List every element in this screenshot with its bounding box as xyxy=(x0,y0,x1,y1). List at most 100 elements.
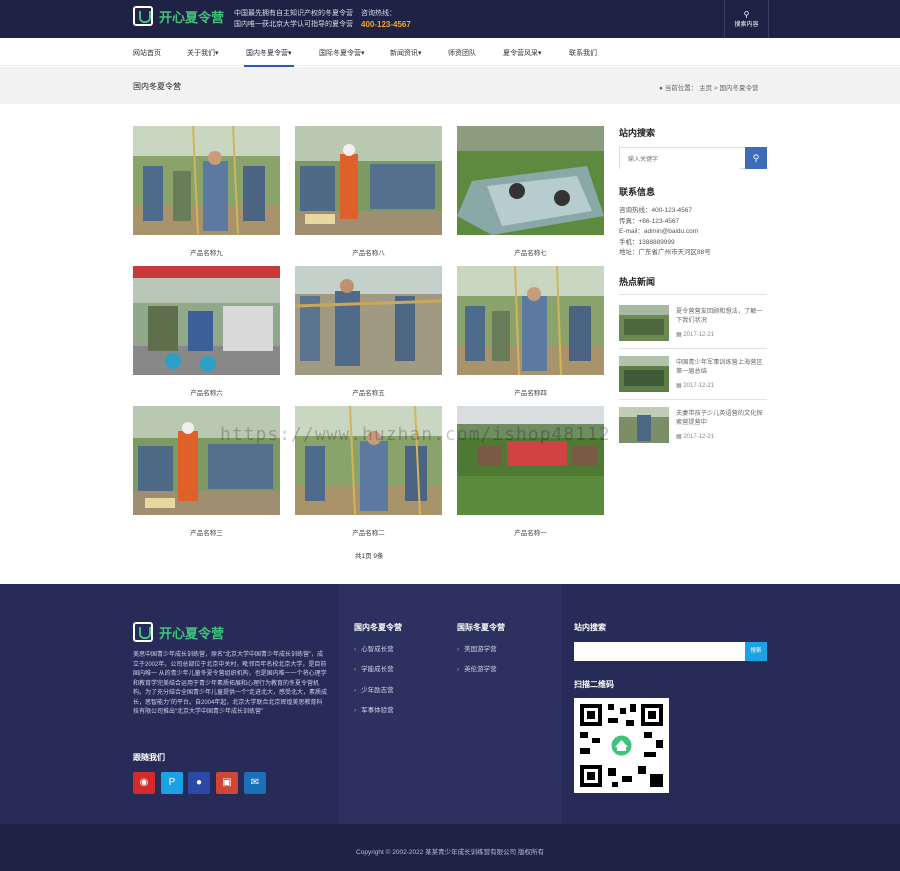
calendar-icon: ▦ xyxy=(676,383,682,389)
product-name[interactable]: 产品名称八 xyxy=(295,247,442,257)
follow-title: 跟随我们 xyxy=(133,753,165,762)
calendar-icon: ▦ xyxy=(676,434,682,440)
breadcrumb-sep: > xyxy=(713,85,718,92)
footer-search-title: 站内搜索 xyxy=(574,623,606,632)
product-photo[interactable] xyxy=(133,266,280,375)
news-title[interactable]: 中国青少年军事训练营上海营区第一届总结 xyxy=(676,358,768,376)
news-date-text: 2017-12-21 xyxy=(683,434,715,440)
cart-icon[interactable]: ▣ xyxy=(216,772,238,794)
product-name[interactable]: 产品名称六 xyxy=(133,387,280,397)
footer-search-button[interactable]: 搜索 xyxy=(745,642,767,661)
footer-search[interactable]: 搜索 xyxy=(574,642,767,661)
contact-title: 联系信息 xyxy=(619,187,656,197)
logo-icon xyxy=(133,622,153,642)
header-hotline: 咨询热线： 400-123-4567 xyxy=(361,8,411,30)
calendar-icon: ▦ xyxy=(676,332,682,338)
product-name[interactable]: 产品名称九 xyxy=(133,247,280,257)
news-date-text: 2017-12-21 xyxy=(683,332,715,338)
product-name[interactable]: 产品名称七 xyxy=(457,247,604,257)
contact-address: 地址：广东省广州市天河区88号 xyxy=(619,249,711,256)
nav-domestic-camp[interactable]: 国内冬夏令营▾ xyxy=(244,48,294,67)
qr-code xyxy=(574,698,669,793)
product-name[interactable]: 产品名称四 xyxy=(457,387,604,397)
footer-logo[interactable]: 开心夏令营 xyxy=(133,622,224,642)
product-card[interactable]: 产品名称九 xyxy=(133,126,280,257)
product-photo[interactable] xyxy=(457,406,604,515)
weibo-icon[interactable]: ◉ xyxy=(133,772,155,794)
logo-icon xyxy=(133,6,153,26)
footer-about-text: 美思中国青少年成长训练营，原名“北京大学中国青少年成长训练营”，成立于2002年… xyxy=(133,652,327,715)
news-thumbnail[interactable] xyxy=(619,305,669,341)
contact-email: E-mail：admin@baidu.com xyxy=(619,228,699,235)
page-title: 国内冬夏令营 xyxy=(133,82,181,91)
product-card[interactable]: 产品名称五 xyxy=(295,266,442,397)
nav-about[interactable]: 关于我们▾ xyxy=(187,48,219,58)
qq-icon[interactable]: ● xyxy=(188,772,210,794)
slogan-line-1: 中国最先拥有自主知识产权的冬夏令营 xyxy=(234,10,353,17)
contact-phone: 手机：1388889999 xyxy=(619,238,675,246)
product-card[interactable]: 产品名称六 xyxy=(133,266,280,397)
nav-contact[interactable]: 联系我们 xyxy=(569,48,597,58)
contact-hotline: 咨询热线：400-123-4567 xyxy=(619,207,692,214)
product-name[interactable]: 产品名称二 xyxy=(295,527,442,537)
news-date: ▦ 2017-12-21 xyxy=(676,433,714,440)
footer-link[interactable]: 军事体验营 xyxy=(354,704,394,714)
contact-fax: 传真：+86-123-4567 xyxy=(619,217,680,225)
product-name[interactable]: 产品名称五 xyxy=(295,387,442,397)
footer-link[interactable]: 心智成长营 xyxy=(354,643,394,653)
footer-link[interactable]: 学能成长营 xyxy=(354,663,394,673)
breadcrumb-label: 当前位置： xyxy=(664,85,698,92)
product-card[interactable]: 产品名称七 xyxy=(457,126,604,257)
hotline-number: 400-123-4567 xyxy=(361,20,411,29)
news-thumbnail[interactable] xyxy=(619,407,669,443)
search-icon: ⚲ xyxy=(743,10,750,19)
footer-col1-title: 国内冬夏令营 xyxy=(354,623,402,632)
divider xyxy=(619,294,767,295)
product-card[interactable]: 产品名称八 xyxy=(295,126,442,257)
product-photo[interactable] xyxy=(133,406,280,515)
news-date-text: 2017-12-21 xyxy=(683,383,715,389)
sidebar-search: ⚲ xyxy=(619,147,767,170)
news-item[interactable]: 夏令营营友回顾和想法，了解一下我们状况 ▦ 2017-12-21 xyxy=(619,305,769,341)
nav-home[interactable]: 网站首页 xyxy=(133,48,161,58)
slogan-line-2: 国内唯一获北京大学认可指导的夏令营 xyxy=(234,21,353,28)
news-item[interactable]: 夫妻带孩子少儿英语营的文化探索营提营中 ▦ 2017-12-21 xyxy=(619,407,769,443)
site-logo[interactable]: 开心夏令营 xyxy=(133,6,224,26)
news-thumbnail[interactable] xyxy=(619,356,669,392)
product-name[interactable]: 产品名称三 xyxy=(133,527,280,537)
footer-link[interactable]: 少年励志营 xyxy=(354,684,394,694)
breadcrumb-current[interactable]: 国内冬夏令营 xyxy=(719,85,758,92)
nav-gallery[interactable]: 夏令营风采▾ xyxy=(503,48,542,58)
mail-icon[interactable]: ✉ xyxy=(244,772,266,794)
product-name[interactable]: 产品名称一 xyxy=(457,527,604,537)
news-title[interactable]: 夏令营营友回顾和想法，了解一下我们状况 xyxy=(676,307,768,325)
product-photo[interactable] xyxy=(295,406,442,515)
nav-international-camp[interactable]: 国际冬夏令营▾ xyxy=(319,48,365,58)
divider xyxy=(619,348,767,349)
product-photo[interactable] xyxy=(457,266,604,375)
footer-link[interactable]: 美国游学营 xyxy=(457,643,497,653)
watermark: https://www.huzhan.com/ishop48112 xyxy=(220,424,611,445)
title-bar: 国内冬夏令营 ● 当前位置： 主页 > 国内冬夏令营 xyxy=(0,67,900,104)
header-search-button[interactable]: ⚲ 搜索内容 xyxy=(724,0,769,38)
breadcrumb: ● 当前位置： 主页 > 国内冬夏令营 xyxy=(659,82,758,92)
contact-info: 咨询热线：400-123-4567 传真：+86-123-4567 E-mail… xyxy=(619,206,711,259)
p-icon[interactable]: P xyxy=(161,772,183,794)
product-photo[interactable] xyxy=(457,126,604,235)
hot-news-title: 热点新闻 xyxy=(619,277,656,287)
nav-teachers[interactable]: 师资团队 xyxy=(448,48,476,58)
news-item[interactable]: 中国青少年军事训练营上海营区第一届总结 ▦ 2017-12-21 xyxy=(619,356,769,392)
news-title[interactable]: 夫妻带孩子少儿英语营的文化探索营提营中 xyxy=(676,409,768,427)
footer-link[interactable]: 英伦游学营 xyxy=(457,663,497,673)
hotline-label: 咨询热线： xyxy=(361,10,396,17)
sidebar-search-input[interactable] xyxy=(620,150,740,170)
product-photo[interactable] xyxy=(295,126,442,235)
divider xyxy=(619,399,767,400)
sidebar-search-button[interactable]: ⚲ xyxy=(745,147,767,169)
product-photo[interactable] xyxy=(133,126,280,235)
site-header: 开心夏令营 中国最先拥有自主知识产权的冬夏令营 国内唯一获北京大学认可指导的夏令… xyxy=(0,0,900,38)
product-card[interactable]: 产品名称四 xyxy=(457,266,604,397)
product-photo[interactable] xyxy=(295,266,442,375)
breadcrumb-home[interactable]: 主页 xyxy=(699,85,712,92)
nav-news[interactable]: 新闻资讯▾ xyxy=(390,48,422,58)
